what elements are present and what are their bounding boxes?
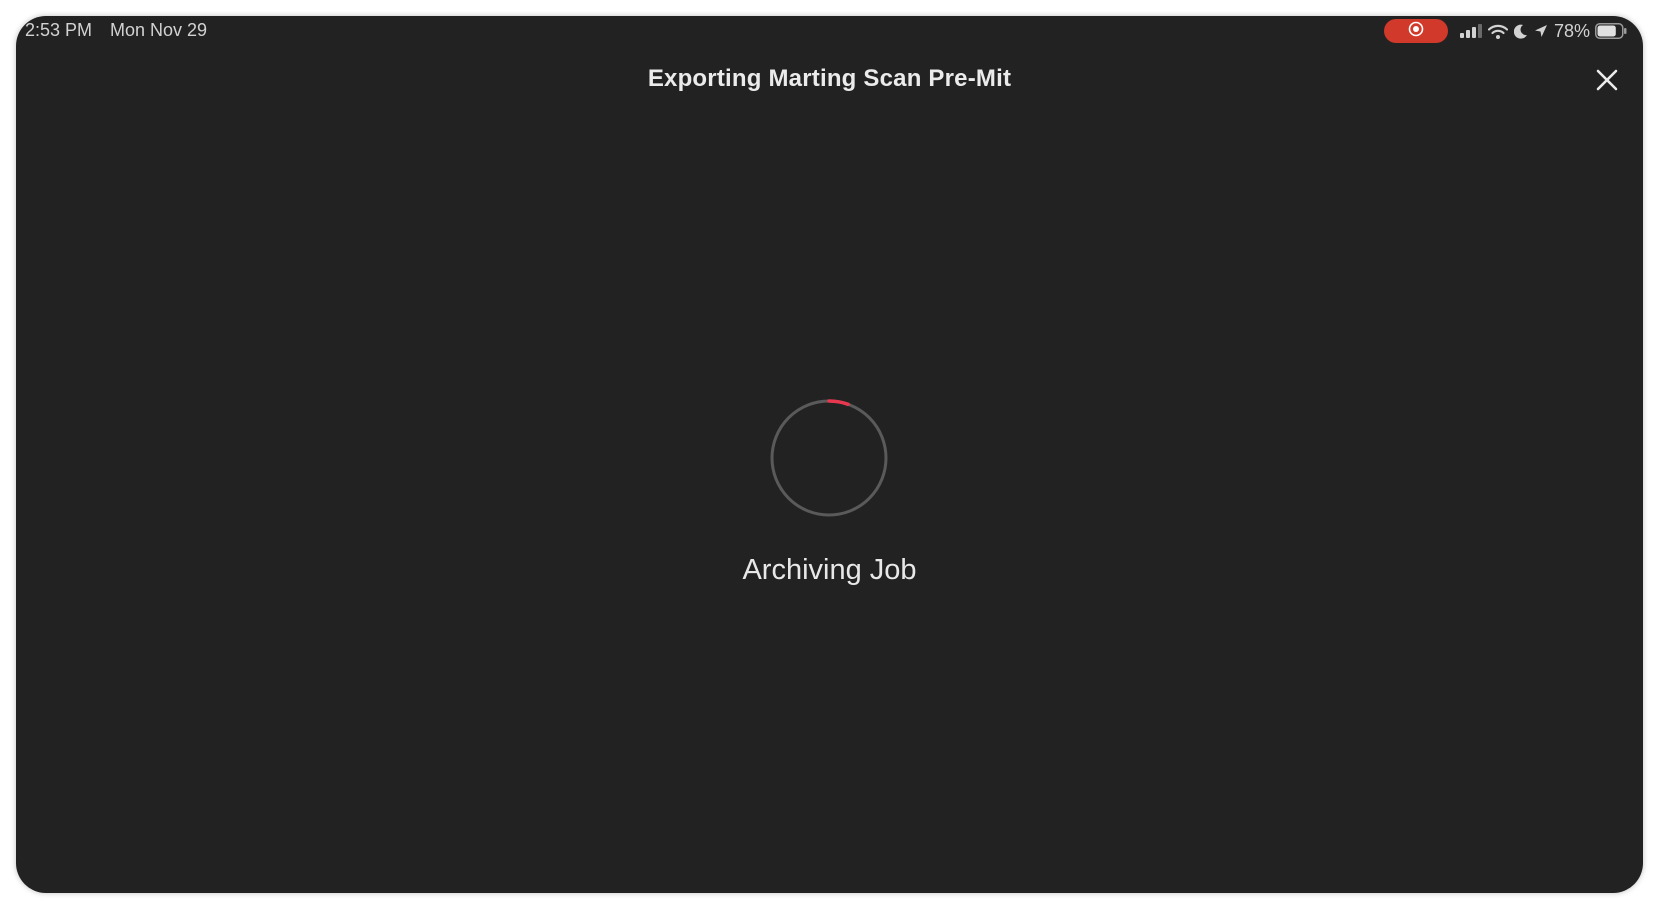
- battery-percentage: 78%: [1553, 20, 1590, 41]
- loading-spinner-icon: [769, 398, 889, 518]
- page-title: Exporting Marting Scan Pre-Mit: [647, 65, 1012, 92]
- modal-header: Exporting Marting Scan Pre-Mit: [16, 61, 1643, 97]
- close-icon: [1593, 69, 1621, 98]
- screen-record-icon: [1408, 21, 1424, 42]
- status-date: Mon Nov 29: [110, 20, 208, 40]
- screen-record-indicator[interactable]: [1383, 19, 1448, 43]
- battery-icon: [1595, 23, 1627, 39]
- status-message: Archiving Job: [742, 554, 917, 586]
- wifi-icon: [1487, 24, 1508, 39]
- location-arrow-icon: [1534, 24, 1548, 38]
- ipad-screen: 2:53 PM Mon Nov 29 78% Exporting Marting…: [16, 16, 1643, 893]
- status-indicators: 78%: [1383, 19, 1633, 43]
- do-not-disturb-moon-icon: [1513, 24, 1528, 39]
- close-button[interactable]: [1593, 66, 1621, 94]
- status-bar: 2:53 PM Mon Nov 29 78%: [16, 16, 1643, 46]
- cellular-signal-icon: [1459, 24, 1482, 38]
- status-time: 2:53 PM: [25, 20, 93, 40]
